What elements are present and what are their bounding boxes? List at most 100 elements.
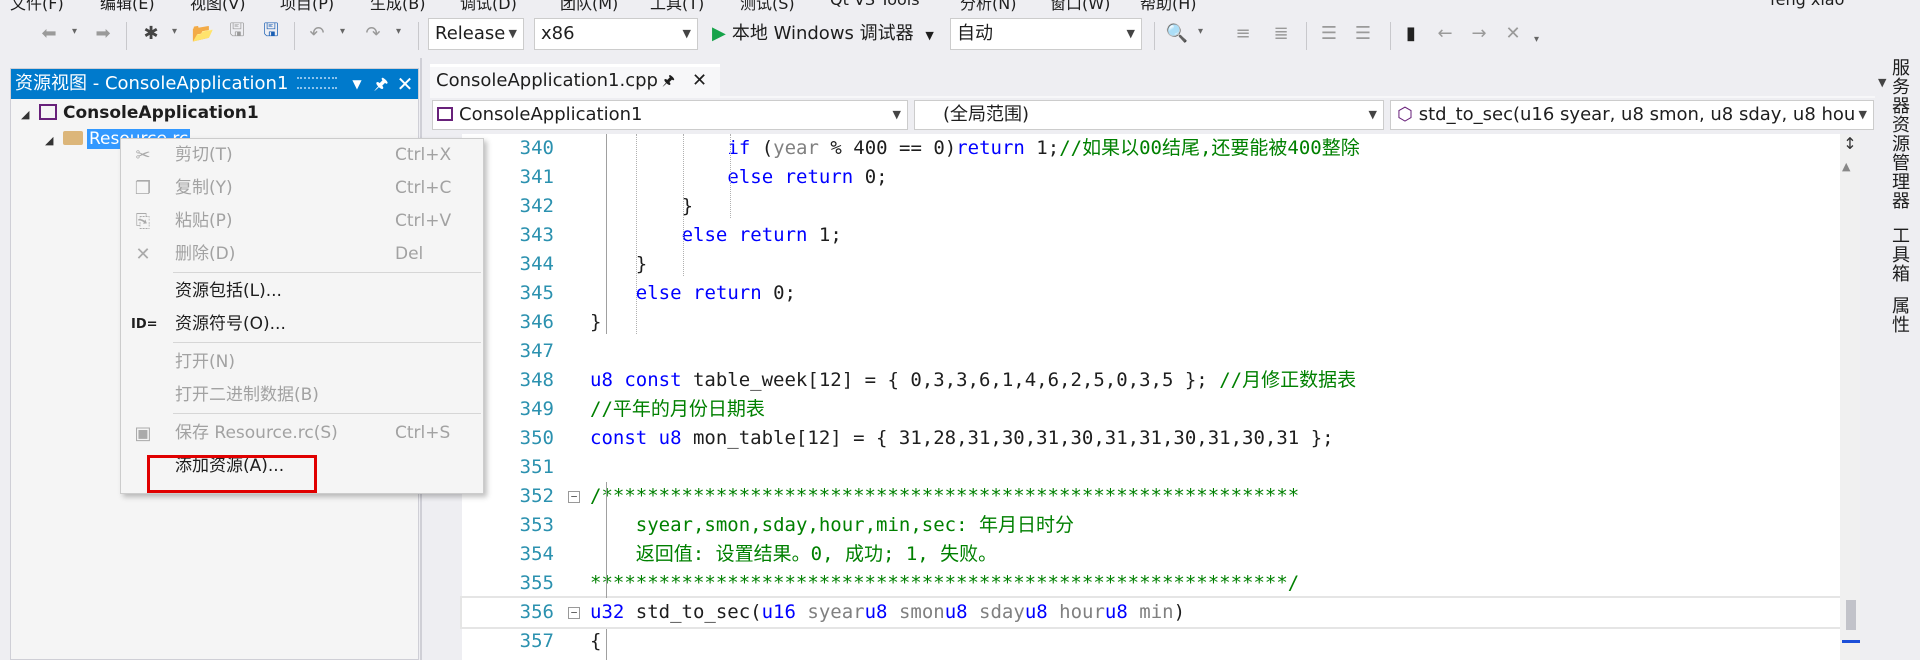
menu-item[interactable]: 资源包括(L)... <box>121 275 483 308</box>
chevron-down-icon[interactable]: ▾ <box>1198 26 1203 37</box>
menu-item[interactable]: 帮助(H) <box>1140 0 1197 12</box>
code-line[interactable]: 346} <box>462 308 1840 337</box>
scope-nav-dropdown[interactable]: (全局范围) ▼ <box>914 100 1384 130</box>
collapse-icon[interactable]: − <box>568 607 580 619</box>
uncomment-icon[interactable]: ☰ <box>1350 20 1376 46</box>
align-icon[interactable]: ≡ <box>1230 20 1256 46</box>
menu-item[interactable]: 编辑(E) <box>100 0 155 12</box>
code-line[interactable]: 343 else return 1; <box>462 221 1840 250</box>
menu-item[interactable]: 调试(D) <box>460 0 517 12</box>
code-line[interactable]: 347 <box>462 337 1840 366</box>
start-debugger-button[interactable]: ▶ 本地 Windows 调试器 ▼ <box>712 18 934 50</box>
code-line[interactable]: 356 u32 std_to_sec(u16 syearu8 smonu8 sda… <box>460 596 1840 629</box>
undo-icon[interactable]: ↶ <box>304 20 330 46</box>
code-token: u8 <box>864 601 888 623</box>
chevron-down-icon[interactable]: ▾ <box>396 26 401 37</box>
next-bookmark-icon[interactable]: → <box>1466 20 1492 46</box>
menu-item[interactable]: ✕ 删除(D) Del <box>121 238 483 271</box>
new-project-icon[interactable]: ✱ <box>138 20 164 46</box>
project-nav-dropdown[interactable]: ConsoleApplication1 ▼ <box>432 100 908 130</box>
comment-icon[interactable]: ☰ <box>1316 20 1342 46</box>
open-folder-icon[interactable]: 📂 <box>190 20 216 46</box>
code-line[interactable]: 344} <box>462 250 1840 279</box>
code-line[interactable]: 355 *************************************… <box>462 569 1840 598</box>
tab-properties[interactable]: 属性 <box>1886 296 1912 334</box>
menu-item[interactable]: 打开二进制数据(B) <box>121 379 483 412</box>
tab-consoleapplication1-cpp[interactable]: ConsoleApplication1.cpp 🖈 ✕ <box>430 64 720 96</box>
close-icon[interactable]: ✕ <box>692 67 707 95</box>
drag-grip[interactable] <box>297 77 337 89</box>
scroll-up-icon[interactable]: ▲ <box>1842 160 1850 173</box>
back-icon[interactable]: ⬅ <box>36 20 62 46</box>
collapse-icon[interactable]: ◢ <box>45 129 63 153</box>
pin-icon[interactable]: 🖈 <box>369 69 393 99</box>
code-line[interactable]: 354 返回值: 设置结果。0, 成功; 1, 失败。 <box>462 540 1840 569</box>
menu-item[interactable]: 视图(V) <box>190 0 245 12</box>
save-all-icon[interactable]: 🖫 <box>258 20 284 46</box>
menu-item[interactable]: 团队(M) <box>560 0 618 12</box>
chevron-down-icon[interactable]: ▼ <box>925 29 933 42</box>
code-text: 返回值: 设置结果。0, 成功; 1, 失败。 <box>636 540 997 569</box>
menu-item[interactable]: 分析(N) <box>960 0 1016 12</box>
redo-icon[interactable]: ↷ <box>360 20 386 46</box>
collapse-icon[interactable]: ◢ <box>21 103 39 127</box>
menu-item[interactable]: 打开(N) <box>121 346 483 379</box>
bookmark-icon[interactable]: ▮ <box>1398 20 1424 46</box>
tab-toolbox[interactable]: 工具箱 <box>1886 226 1912 283</box>
code-line[interactable]: 352/************************************… <box>462 482 1840 511</box>
chevron-down-icon[interactable]: ▼ <box>345 69 369 99</box>
collapse-icon[interactable]: − <box>568 491 580 503</box>
indent-icon[interactable]: ≣ <box>1268 20 1294 46</box>
user-name[interactable]: feng xiao <box>1770 0 1844 9</box>
menu-item[interactable]: ID= 资源符号(O)... <box>121 308 483 341</box>
pin-icon[interactable]: 🖈 <box>662 67 675 95</box>
code-line[interactable]: 357 { <box>462 627 1840 656</box>
menu-item[interactable]: ▣ 保存 Resource.rc(S) Ctrl+S <box>121 417 483 450</box>
code-line[interactable]: 345 else return 0; <box>462 279 1840 308</box>
chevron-down-icon[interactable]: ▾ <box>72 26 77 37</box>
outline-bar <box>606 482 607 598</box>
menu-item[interactable]: 文件(F) <box>10 0 64 12</box>
platform-dropdown[interactable]: x86 ▼ <box>534 18 698 50</box>
code-token: //平年的月份日期表 <box>590 398 765 420</box>
close-icon[interactable]: ✕ <box>393 69 417 99</box>
member-nav-dropdown[interactable]: ⬡ std_to_sec(u16 syear, u8 smon, u8 sday,… <box>1390 100 1874 130</box>
code-line[interactable]: 349//平年的月份日期表 <box>462 395 1840 424</box>
chevron-down-icon: ▼ <box>1368 108 1377 121</box>
code-line[interactable]: 340 if (year % 400 == 0)return 1;//如果以00结… <box>462 134 1840 163</box>
code-line[interactable]: 348 u8 const table_week[12] = { 0,3,3,6,1… <box>462 366 1840 395</box>
code-line[interactable]: 341 else return 0; <box>462 163 1840 192</box>
menu-item[interactable]: Qt VS Tools <box>830 0 920 9</box>
tab-server-explorer[interactable]: 服务器资源管理器 <box>1886 58 1912 210</box>
vertical-scrollbar[interactable]: ↕ ▲ <box>1840 134 1860 660</box>
auto-dropdown[interactable]: 自动 ▼ <box>950 18 1142 50</box>
code-text: } <box>590 308 601 337</box>
menu-item[interactable]: 测试(S) <box>740 0 795 12</box>
menu-item[interactable]: ✂ 剪切(T) Ctrl+X <box>121 139 483 172</box>
tree-item-project[interactable]: ◢ ConsoleApplication1 <box>21 101 259 125</box>
chevron-down-icon[interactable]: ▾ <box>172 26 177 37</box>
code-editor[interactable]: 340 if (year % 400 == 0)return 1;//如果以00结… <box>430 134 1840 660</box>
menu-item[interactable]: 项目(P) <box>280 0 334 12</box>
find-icon[interactable]: 🔍 <box>1164 20 1190 46</box>
chevron-down-icon[interactable]: ▾ <box>340 26 345 37</box>
configuration-dropdown[interactable]: Release ▼ <box>428 18 524 50</box>
menu-item[interactable]: 生成(B) <box>370 0 425 12</box>
code-line[interactable]: 342} <box>462 192 1840 221</box>
code-line[interactable]: 350 const u8 mon_table[12] = { 31,28,31,3… <box>462 424 1840 453</box>
menu-item-label: 资源符号(O)... <box>175 314 286 334</box>
tab-label: ConsoleApplication1.cpp <box>436 70 658 91</box>
code-line[interactable]: 351 <box>462 453 1840 482</box>
save-icon[interactable]: 🖫 <box>224 20 250 46</box>
menu-item[interactable]: ❐ 复制(Y) Ctrl+C <box>121 172 483 205</box>
toolbar-overflow-icon[interactable]: ▾ <box>1534 34 1539 45</box>
clear-bookmarks-icon[interactable]: ✕ <box>1500 20 1526 46</box>
menu-item[interactable]: ⎘ 粘贴(P) Ctrl+V <box>121 205 483 238</box>
split-icon[interactable]: ↕ <box>1840 134 1860 154</box>
forward-icon[interactable]: ➡ <box>90 20 116 46</box>
menu-item[interactable]: 窗口(W) <box>1050 0 1110 12</box>
menu-item[interactable]: 工具(T) <box>650 0 704 12</box>
scrollbar-thumb[interactable] <box>1846 600 1856 630</box>
code-line[interactable]: 353 syear,smon,sday,hour,min,sec: 年月日时分 <box>462 511 1840 540</box>
prev-bookmark-icon[interactable]: ← <box>1432 20 1458 46</box>
